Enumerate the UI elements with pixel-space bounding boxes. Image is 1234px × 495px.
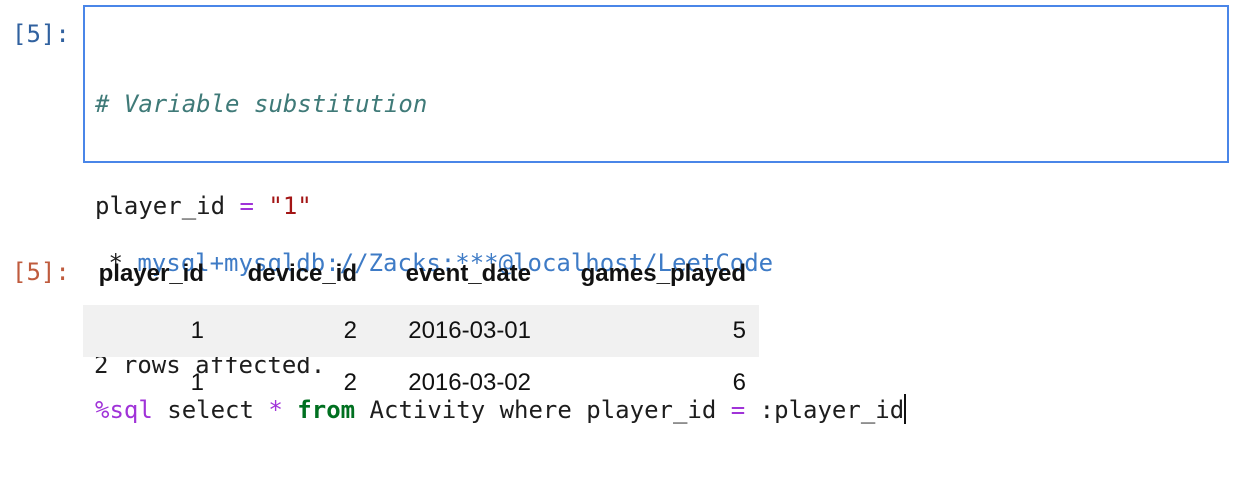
- cell-games-played: 6: [732, 369, 746, 396]
- result-table: player_id device_id event_date games_pla…: [83, 248, 759, 409]
- cell-player-id: 1: [83, 305, 217, 357]
- header-event-date: event_date: [405, 260, 531, 287]
- header-games-played: games_played: [580, 260, 746, 287]
- text-cursor: [904, 394, 907, 424]
- code-editor[interactable]: # Variable substitution player_id = "1" …: [83, 5, 1229, 424]
- cell-device-id: 2: [217, 305, 370, 357]
- code-comment: # Variable substitution: [95, 90, 428, 118]
- header-player-id: player_id: [98, 260, 204, 287]
- cell-device-id: 2: [343, 369, 357, 396]
- cell-games-played: 5: [544, 305, 759, 357]
- cell-event-date: 2016-03-01: [370, 305, 544, 357]
- header-device-id: device_id: [247, 260, 357, 287]
- code-line-1: # Variable substitution: [95, 87, 906, 121]
- input-prompt: [5]:: [12, 20, 70, 48]
- table-row: 1 2 2016-03-02 6: [83, 357, 759, 409]
- table-header-row: player_id device_id event_date games_pla…: [83, 248, 759, 300]
- output-prompt: [5]:: [12, 258, 70, 286]
- cell-event-date: 2016-03-02: [408, 369, 531, 396]
- table-row: 1 2 2016-03-01 5: [83, 305, 759, 357]
- cell-player-id: 1: [190, 369, 204, 396]
